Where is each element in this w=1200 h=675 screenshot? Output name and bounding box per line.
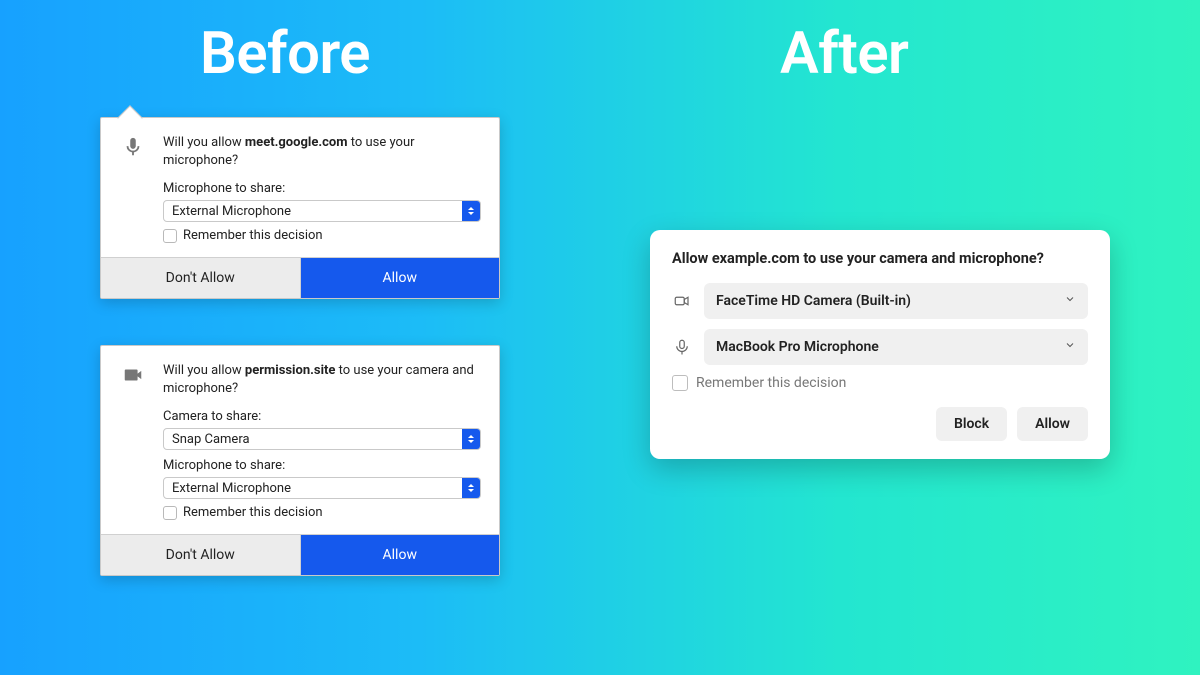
select-arrows-icon (462, 429, 480, 449)
select-arrows-icon (462, 201, 480, 221)
allow-button[interactable]: Allow (1017, 407, 1088, 441)
camera-icon (119, 362, 147, 520)
dont-allow-button[interactable]: Don't Allow (101, 535, 301, 575)
permission-title: Allow example.com to use your camera and… (672, 250, 1088, 267)
msg-domain: meet.google.com (245, 135, 348, 150)
remember-label: Remember this decision (183, 228, 323, 243)
microphone-select-label: Microphone to share: (163, 458, 481, 473)
chevron-down-icon (1064, 339, 1076, 355)
camera-select[interactable]: Snap Camera (163, 428, 481, 450)
heading-after: After (780, 20, 908, 88)
msg-domain: permission.site (245, 363, 336, 378)
microphone-select-value: External Microphone (172, 481, 291, 496)
camera-select-label: Camera to share: (163, 409, 481, 424)
remember-label: Remember this decision (696, 375, 846, 391)
remember-checkbox[interactable] (163, 506, 177, 520)
microphone-select-value: External Microphone (172, 204, 291, 219)
after-permission-dialog: Allow example.com to use your camera and… (650, 230, 1110, 459)
microphone-icon (672, 338, 692, 356)
chevron-down-icon (1064, 293, 1076, 309)
heading-before: Before (200, 20, 370, 88)
camera-select-value: Snap Camera (172, 432, 250, 447)
microphone-select-value: MacBook Pro Microphone (716, 339, 879, 355)
permission-message: Will you allow permission.site to use yo… (163, 362, 481, 397)
microphone-select-label: Microphone to share: (163, 181, 481, 196)
select-arrows-icon (462, 478, 480, 498)
camera-select-value: FaceTime HD Camera (Built-in) (716, 293, 911, 309)
remember-checkbox[interactable] (163, 229, 177, 243)
permission-message: Will you allow meet.google.com to use yo… (163, 134, 481, 169)
dont-allow-button[interactable]: Don't Allow (101, 258, 301, 298)
block-button[interactable]: Block (936, 407, 1007, 441)
before-permission-dialog-cam-mic: Will you allow permission.site to use yo… (100, 345, 500, 576)
microphone-select[interactable]: External Microphone (163, 477, 481, 499)
allow-button[interactable]: Allow (301, 258, 500, 298)
camera-select[interactable]: FaceTime HD Camera (Built-in) (704, 283, 1088, 319)
microphone-select[interactable]: MacBook Pro Microphone (704, 329, 1088, 365)
microphone-icon (119, 134, 147, 243)
msg-prefix: Will you allow (163, 135, 245, 150)
remember-checkbox[interactable] (672, 375, 688, 391)
camera-icon (672, 292, 692, 310)
allow-button[interactable]: Allow (301, 535, 500, 575)
microphone-select[interactable]: External Microphone (163, 200, 481, 222)
msg-prefix: Will you allow (163, 363, 245, 378)
before-permission-dialog-mic: Will you allow meet.google.com to use yo… (100, 117, 500, 299)
remember-label: Remember this decision (183, 505, 323, 520)
